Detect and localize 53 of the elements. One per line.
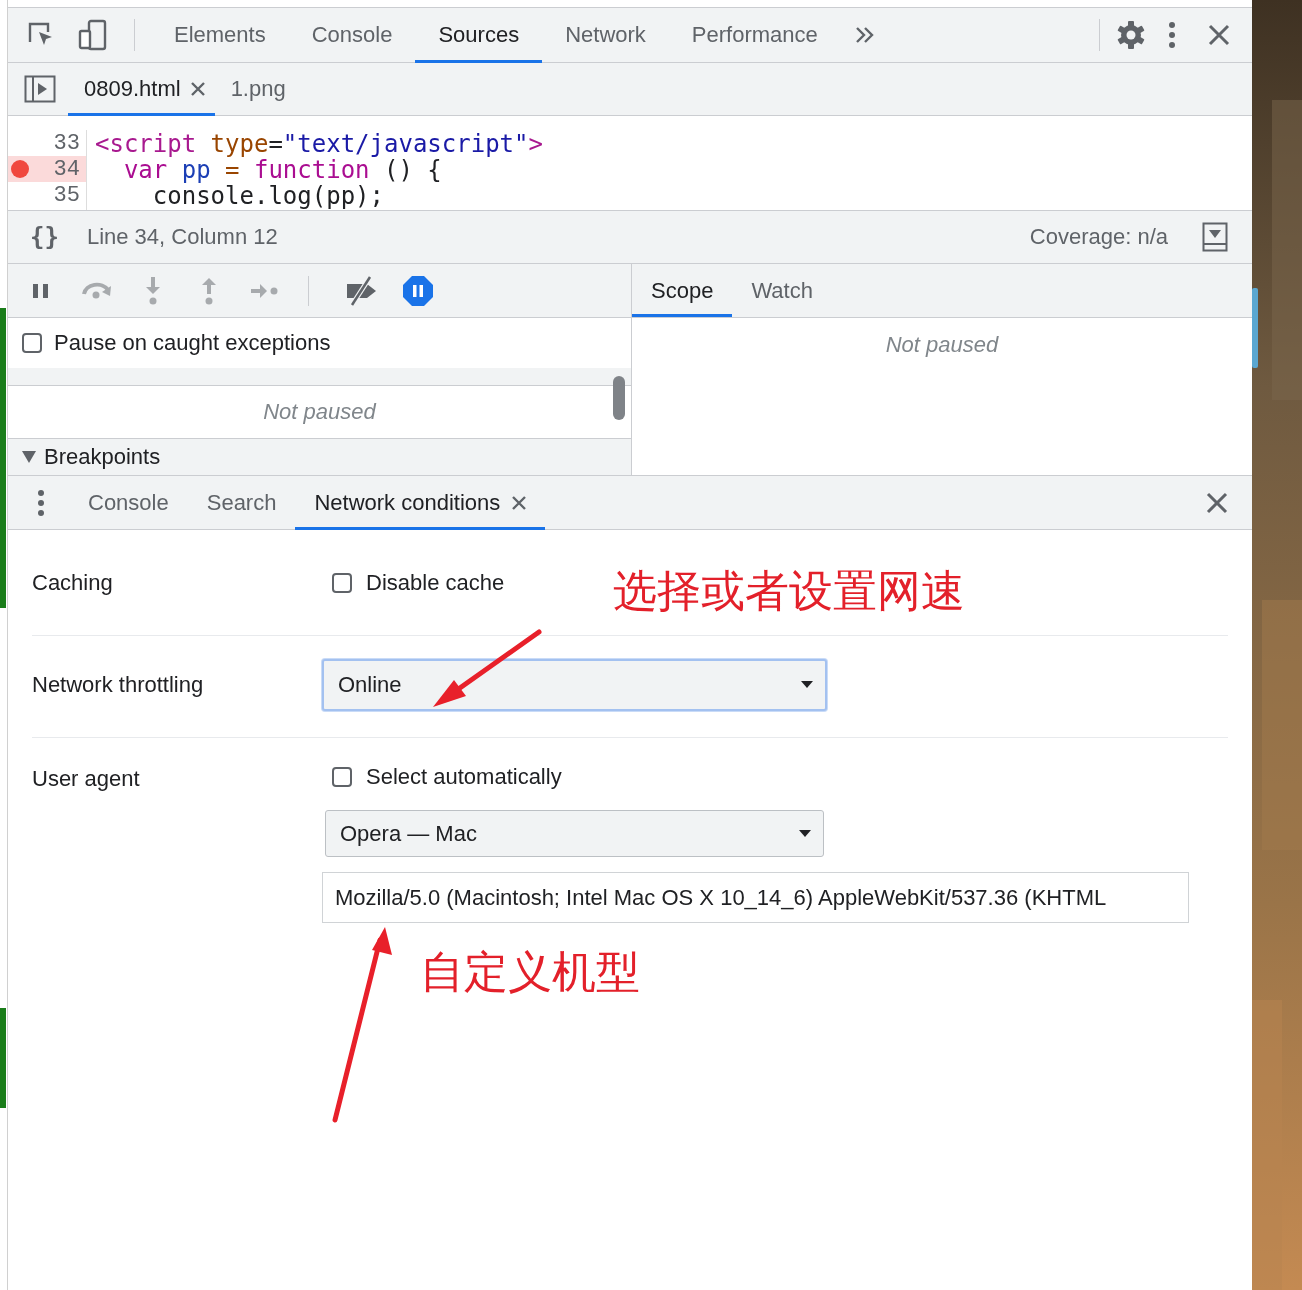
settings-icon[interactable] bbox=[1116, 20, 1146, 50]
scrollbar-thumb[interactable] bbox=[613, 376, 625, 420]
annotation-text: 自定义机型 bbox=[420, 945, 640, 999]
setting-label: User agent bbox=[32, 765, 141, 793]
drawer-tab[interactable]: Console bbox=[69, 475, 188, 530]
checkbox[interactable] bbox=[22, 333, 42, 353]
user-agent-field[interactable]: Mozilla/5.0 (Macintosh; Intel Mac OS X 10_14_6) AppleWebKit/537.36 (KHTML bbox=[322, 872, 1189, 923]
cursor-position: Line 34, Column 12 bbox=[86, 224, 278, 250]
device-icon[interactable] bbox=[78, 19, 108, 51]
more-icon[interactable] bbox=[37, 488, 45, 517]
panel-tab[interactable]: Console bbox=[288, 7, 416, 63]
code-line: <script type="text/javascript"> bbox=[95, 130, 543, 156]
navigator-toggle-icon[interactable] bbox=[24, 75, 56, 103]
status-message: Not paused bbox=[885, 332, 999, 358]
checkbox[interactable] bbox=[332, 572, 352, 593]
panel-tab[interactable]: Performance bbox=[668, 7, 841, 63]
dropdown-caret-icon bbox=[801, 681, 813, 688]
code-line: console.log(pp); bbox=[151, 182, 385, 208]
checkbox-label: Pause on caught exceptions bbox=[54, 330, 331, 356]
pause-exceptions-icon[interactable] bbox=[401, 273, 435, 308]
pretty-print-button[interactable]: {} bbox=[30, 223, 59, 251]
sidebar-tab[interactable]: Watch bbox=[732, 264, 832, 317]
close-icon[interactable] bbox=[190, 82, 205, 96]
file-tab[interactable]: 1.png bbox=[214, 62, 296, 116]
checkbox-label: Disable cache bbox=[366, 569, 505, 596]
code-line: var pp = function () { bbox=[123, 156, 442, 182]
breakpoint-marker[interactable] bbox=[11, 160, 29, 178]
drawer-tab[interactable]: Search bbox=[187, 475, 296, 530]
setting-label: Caching bbox=[32, 569, 114, 596]
line-number: 35 bbox=[53, 182, 80, 208]
close-icon[interactable] bbox=[512, 495, 527, 510]
more-icon[interactable] bbox=[1168, 21, 1176, 49]
line-number: 33 bbox=[53, 130, 80, 156]
setting-label: Network throttling bbox=[32, 671, 205, 698]
throttling-select[interactable]: Online bbox=[322, 658, 827, 711]
sidebar-tab[interactable]: Scope bbox=[632, 264, 733, 317]
status-message: Not paused bbox=[263, 399, 376, 425]
checkbox-label: Select automatically bbox=[366, 764, 562, 790]
close-icon[interactable] bbox=[1208, 24, 1230, 46]
user-agent-select[interactable]: Opera — Mac bbox=[325, 810, 824, 857]
panel-tab[interactable]: Elements bbox=[151, 7, 289, 63]
expand-arrow-icon bbox=[22, 451, 36, 463]
panel-tab[interactable]: Network bbox=[542, 7, 669, 63]
close-icon[interactable] bbox=[1206, 491, 1228, 514]
line-number: 34 bbox=[53, 156, 80, 182]
section-title: Breakpoints bbox=[44, 444, 161, 470]
coverage-label: Coverage: n/a bbox=[1029, 224, 1168, 250]
more-tabs-icon[interactable] bbox=[854, 26, 875, 44]
section-header[interactable]: Breakpoints bbox=[8, 439, 631, 475]
dropdown-caret-icon bbox=[799, 830, 811, 837]
annotation-text: 选择或者设置网速 bbox=[613, 564, 965, 618]
checkbox[interactable] bbox=[332, 767, 352, 787]
drawer-toggle-icon[interactable] bbox=[1202, 222, 1228, 252]
